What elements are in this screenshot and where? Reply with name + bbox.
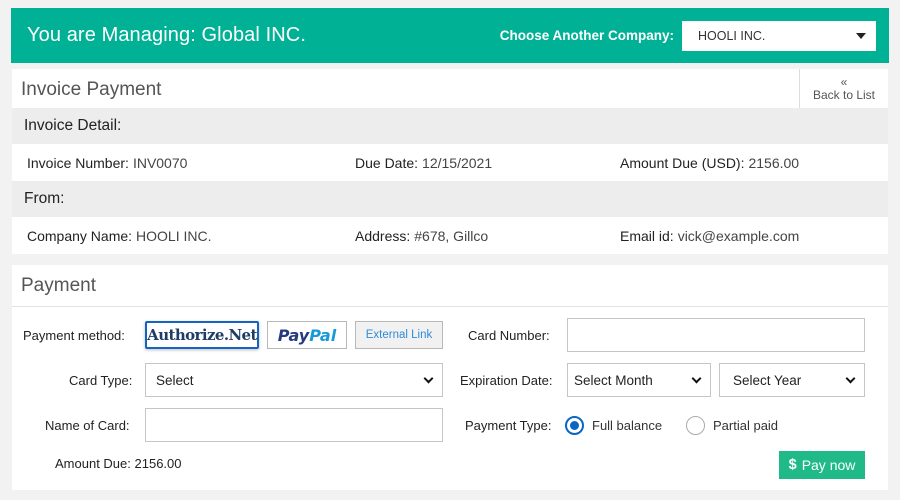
partial-paid-radio[interactable] xyxy=(686,416,705,435)
due-date-label: Due Date: xyxy=(355,154,419,171)
amount-due-usd: Amount Due (USD): 2156.00 xyxy=(620,155,799,171)
card-number-label: Card Number: xyxy=(468,328,550,343)
company-name: Company Name: HOOLI INC. xyxy=(27,228,212,244)
due-date: Due Date: 12/15/2021 xyxy=(355,155,492,171)
chevron-down-icon xyxy=(423,373,434,383)
expiration-date-label: Expiration Date: xyxy=(460,373,553,388)
company-select[interactable]: HOOLI INC. xyxy=(682,20,876,51)
address-value: #678, Gillco xyxy=(414,227,489,244)
dollar-icon: $ xyxy=(788,457,797,473)
company-select-value: HOOLI INC. xyxy=(698,28,766,43)
top-bar: You are Managing: Global INC. Choose Ano… xyxy=(11,8,889,63)
card-type-label: Card Type: xyxy=(69,373,133,388)
payment-method-label: Payment method: xyxy=(23,328,125,343)
amount-due-usd-label: Amount Due (USD): xyxy=(620,154,745,171)
back-to-list-button[interactable]: « Back to List xyxy=(799,69,888,108)
paypal-logo-pay: Pay xyxy=(277,325,310,345)
card-number-input[interactable] xyxy=(567,318,865,352)
payment-card: Payment Payment method: Authorize.Net Pa… xyxy=(12,265,888,490)
invoice-detail-row: Invoice Number: INV0070 Due Date: 12/15/… xyxy=(12,144,888,181)
invoice-number-value: INV0070 xyxy=(132,154,188,171)
payment-type-label: Payment Type: xyxy=(465,418,552,433)
company-name-label: Company Name: xyxy=(27,227,133,244)
address-label: Address: xyxy=(355,227,411,244)
address: Address: #678, Gillco xyxy=(355,228,488,244)
invoice-detail-heading: Invoice Detail: xyxy=(12,108,888,144)
expiration-year-select[interactable]: Select Year xyxy=(719,363,865,397)
expiration-year-value: Select Year xyxy=(733,372,802,388)
amount-due: Amount Due: 2156.00 xyxy=(55,456,182,471)
company-switcher: Choose Another Company: HOOLI INC. xyxy=(499,20,876,51)
page: You are Managing: Global INC. Choose Ano… xyxy=(0,0,900,500)
expiration-month-select[interactable]: Select Month xyxy=(567,363,711,397)
paypal-logo-pal: Pal xyxy=(309,325,337,345)
pay-now-button[interactable]: $ Pay now xyxy=(779,451,865,479)
from-heading: From: xyxy=(12,181,888,217)
full-balance-radio[interactable] xyxy=(565,416,584,435)
email-value: vick@example.com xyxy=(677,227,800,244)
amount-due-usd-value: 2156.00 xyxy=(748,154,800,171)
choose-company-label: Choose Another Company: xyxy=(499,28,674,43)
chevron-down-icon xyxy=(845,373,856,383)
pay-now-label: Pay now xyxy=(801,457,856,473)
payment-title: Payment xyxy=(12,265,888,307)
company-name-value: HOOLI INC. xyxy=(136,227,212,244)
caret-down-icon xyxy=(856,32,866,39)
external-link-button[interactable]: External Link xyxy=(355,321,443,349)
email: Email id: vick@example.com xyxy=(620,228,799,244)
card-type-value: Select xyxy=(156,372,194,388)
back-to-list-label: Back to List xyxy=(812,88,876,102)
invoice-number-label: Invoice Number: xyxy=(27,154,129,171)
partial-paid-label: Partial paid xyxy=(713,418,779,433)
invoice-header: Invoice Payment « Back to List xyxy=(12,69,888,108)
expiration-month-value: Select Month xyxy=(574,372,653,388)
full-balance-label: Full balance xyxy=(592,418,663,433)
chevron-down-icon xyxy=(691,373,702,383)
name-of-card-input[interactable] xyxy=(145,408,443,442)
managing-title: You are Managing: Global INC. xyxy=(27,24,306,46)
page-title: Invoice Payment xyxy=(21,78,162,100)
amount-due-label: Amount Due: xyxy=(55,456,131,471)
name-of-card-label: Name of Card: xyxy=(45,418,130,433)
double-chevron-left-icon: « xyxy=(840,75,848,89)
email-label: Email id: xyxy=(620,227,674,244)
from-detail-row: Company Name: HOOLI INC. Address: #678, … xyxy=(12,217,888,254)
invoice-card: Invoice Payment « Back to List Invoice D… xyxy=(12,69,888,254)
amount-due-value: 2156.00 xyxy=(134,456,182,471)
due-date-value: 12/15/2021 xyxy=(422,154,493,171)
authorize-net-button[interactable]: Authorize.Net xyxy=(145,321,259,349)
card-type-select[interactable]: Select xyxy=(145,363,443,397)
paypal-button[interactable]: Pay Pal xyxy=(267,321,347,349)
invoice-number: Invoice Number: INV0070 xyxy=(27,155,187,171)
